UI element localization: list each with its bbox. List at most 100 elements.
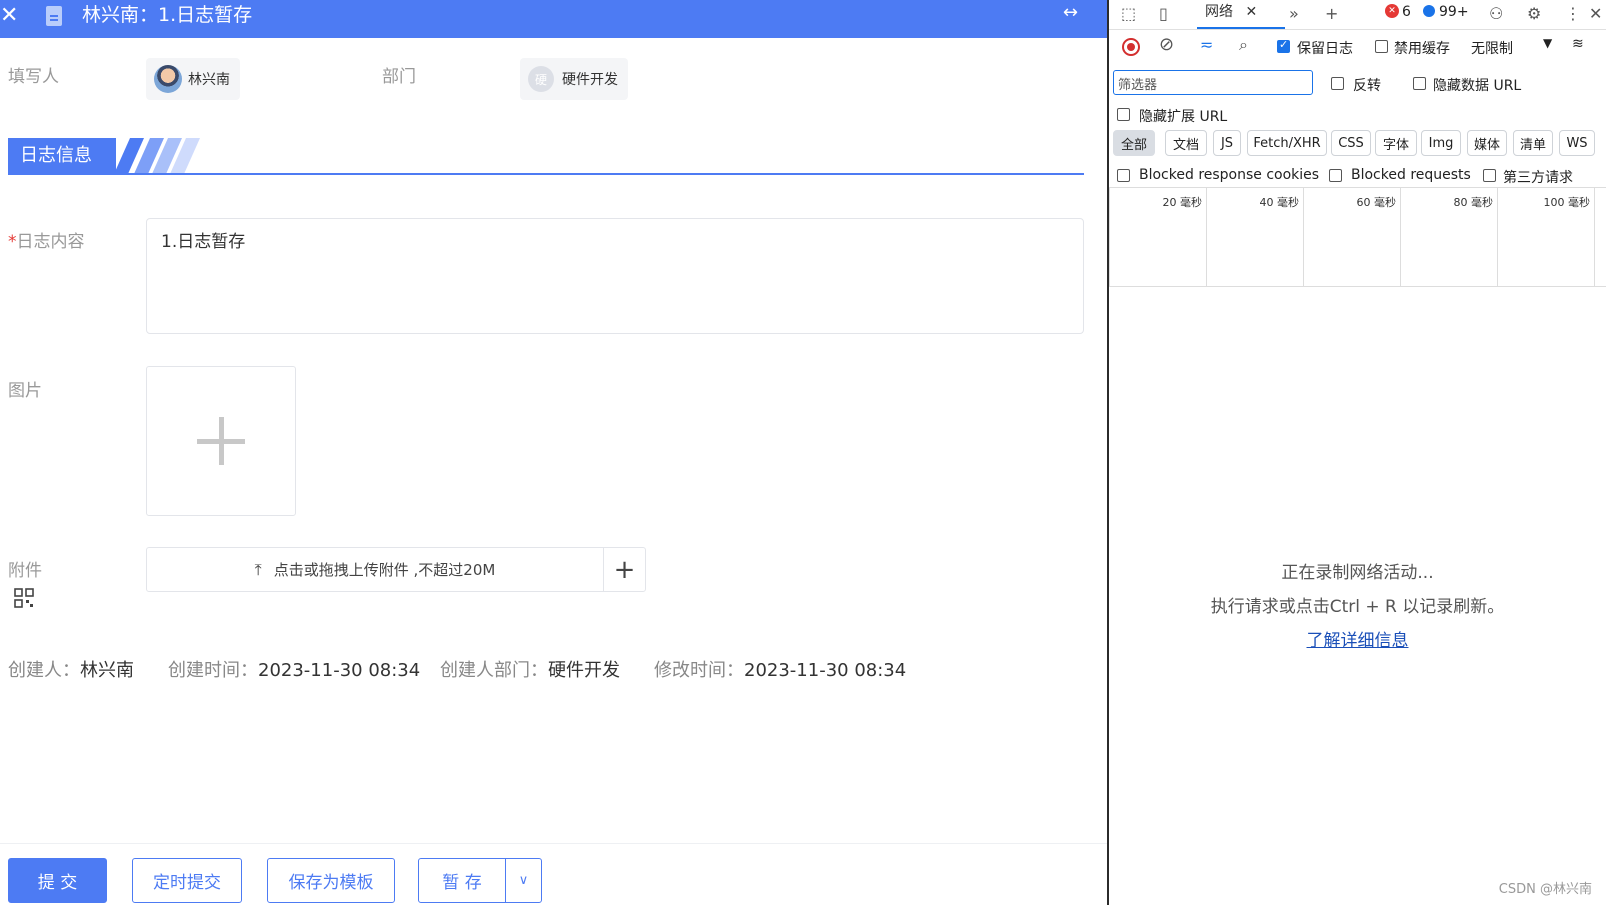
filler-chip: 林兴南	[146, 58, 240, 100]
meta-created-value: 2023-11-30 08:34	[258, 660, 421, 681]
attachment-upload-button[interactable]: ⤒ 点击或拖拽上传附件 ,不超过20M	[147, 548, 604, 591]
log-form-panel: ✕ 林兴南：1.日志暂存 ↔ 填写人 林兴南 部门 硬 硬件开发 日志信息 *日…	[0, 0, 1108, 905]
learn-more-link[interactable]: 了解详细信息	[1307, 631, 1409, 651]
throttle-select[interactable]: 无限制	[1471, 38, 1513, 58]
expand-icon[interactable]: ↔	[1063, 2, 1078, 23]
tab-network-label: 网络	[1205, 4, 1233, 20]
type-filter-js[interactable]: JS	[1213, 130, 1241, 156]
type-filter-all[interactable]: 全部	[1113, 130, 1155, 156]
add-attachment-button[interactable]: +	[604, 548, 645, 591]
invert-label: 反转	[1353, 78, 1381, 94]
error-count[interactable]: 6	[1402, 4, 1411, 20]
invert-checkbox[interactable]	[1331, 77, 1344, 90]
meta-modified: 修改时间：2023-11-30 08:34	[654, 656, 906, 682]
meta-created-label: 创建时间：	[168, 660, 258, 681]
new-tab-icon[interactable]: +	[1325, 4, 1338, 23]
meta-dept-value: 硬件开发	[548, 660, 620, 681]
more-icon[interactable]: ⋮	[1565, 4, 1581, 23]
dept-avatar: 硬	[528, 66, 554, 92]
save-template-button[interactable]: 保存为模板	[267, 858, 395, 903]
preserve-log-checkbox[interactable]	[1277, 38, 1290, 53]
dropdown-icon[interactable]: ▼	[1543, 36, 1552, 50]
blocked-requests-checkbox[interactable]	[1329, 169, 1342, 182]
blocked-cookies-checkbox[interactable]	[1117, 169, 1130, 182]
type-filter-manifest[interactable]: 清单	[1513, 130, 1553, 156]
people-icon[interactable]: ⚇	[1489, 4, 1503, 23]
window-title: 林兴南：1.日志暂存	[82, 4, 253, 26]
device-toolbar-icon[interactable]: ▯	[1159, 4, 1168, 23]
gear-icon[interactable]: ⚙	[1527, 4, 1541, 23]
wifi-icon[interactable]: ≋	[1572, 36, 1584, 52]
timeline-tick: 40 毫秒	[1206, 188, 1303, 287]
close-icon[interactable]: ✕	[0, 4, 18, 28]
type-filter-media[interactable]: 媒体	[1467, 130, 1507, 156]
third-party-checkbox[interactable]	[1483, 169, 1496, 182]
image-label: 图片	[8, 381, 42, 401]
devtools-tabbar: ⬚ ▯ 网络 ✕ » + ✕ 6 99+ ⚇ ⚙ ⋮ ✕	[1109, 0, 1606, 30]
section-line	[8, 173, 1084, 175]
filter-input[interactable]: 筛选器	[1113, 70, 1313, 95]
type-filter-doc[interactable]: 文档	[1165, 130, 1207, 156]
type-filter-img[interactable]: Img	[1421, 130, 1461, 156]
content-label: *日志内容	[8, 227, 85, 252]
required-mark: *	[8, 232, 17, 252]
meta-dept-label: 创建人部门：	[440, 660, 548, 681]
preserve-log-label: 保留日志	[1297, 41, 1353, 57]
timeline-tick-label: 80 毫秒	[1453, 196, 1494, 209]
meta-creator-value: 林兴南	[80, 660, 134, 681]
hide-ext-url-label: 隐藏扩展 URL	[1139, 109, 1228, 125]
more-tabs-icon[interactable]: »	[1289, 4, 1299, 23]
image-upload-button[interactable]	[146, 366, 296, 516]
log-content-textarea[interactable]: 1.日志暂存	[146, 218, 1084, 334]
section-title: 日志信息	[8, 138, 116, 174]
chevron-down-icon: ∨	[518, 873, 529, 888]
type-filter-font[interactable]: 字体	[1375, 130, 1417, 156]
close-devtools-icon[interactable]: ✕	[1589, 4, 1602, 23]
draft-dropdown-button[interactable]: ∨	[505, 858, 542, 903]
close-tab-icon[interactable]: ✕	[1245, 4, 1257, 20]
recording-message: 正在录制网络活动...	[1281, 563, 1434, 583]
inspect-icon[interactable]: ⬚	[1121, 4, 1136, 23]
watermark: CSDN @林兴南	[1498, 882, 1592, 897]
search-icon[interactable]: ⌕	[1239, 35, 1248, 55]
dept-chip: 硬 硬件开发	[520, 58, 628, 100]
hide-data-url-checkbox[interactable]	[1413, 77, 1426, 90]
timed-submit-button[interactable]: 定时提交	[132, 858, 242, 903]
blocked-cookies-label: Blocked response cookies	[1139, 167, 1320, 183]
submit-button[interactable]: 提 交	[8, 858, 107, 903]
timeline-tick	[1594, 188, 1606, 287]
attachment-hint: 点击或拖拽上传附件 ,不超过20M	[273, 561, 496, 579]
avatar	[154, 65, 182, 93]
plus-icon	[219, 417, 224, 465]
title-bar: ✕ 林兴南：1.日志暂存 ↔	[0, 0, 1108, 38]
filter-icon[interactable]: ≂	[1200, 35, 1213, 54]
meta-creator-label: 创建人：	[8, 660, 80, 681]
type-filter-ws[interactable]: WS	[1559, 130, 1595, 156]
network-timeline: 20 毫秒 40 毫秒 60 毫秒 80 毫秒 100 毫秒	[1109, 187, 1606, 287]
hide-data-url-label: 隐藏数据 URL	[1433, 78, 1522, 94]
meta-dept: 创建人部门：硬件开发	[440, 656, 620, 682]
timeline-tick: 100 毫秒	[1497, 188, 1594, 287]
hide-ext-url-checkbox[interactable]	[1117, 108, 1130, 121]
info-icon	[1423, 5, 1435, 17]
document-icon	[46, 6, 62, 26]
content-label-text: 日志内容	[16, 232, 85, 252]
meta-modified-value: 2023-11-30 08:34	[744, 660, 907, 681]
clear-icon[interactable]: ⊘	[1159, 34, 1174, 55]
type-filter-fetch[interactable]: Fetch/XHR	[1247, 130, 1327, 156]
third-party-label: 第三方请求	[1503, 170, 1573, 186]
error-icon: ✕	[1385, 4, 1399, 18]
disable-cache-checkbox[interactable]	[1375, 40, 1388, 53]
tab-network[interactable]: 网络 ✕	[1197, 0, 1285, 29]
record-icon[interactable]	[1122, 38, 1140, 56]
qr-code-icon[interactable]	[14, 588, 34, 608]
timeline-tick: 20 毫秒	[1109, 188, 1206, 287]
attachment-upload: ⤒ 点击或拖拽上传附件 ,不超过20M +	[146, 547, 646, 592]
timeline-tick-label: 100 毫秒	[1543, 196, 1591, 209]
info-count[interactable]: 99+	[1439, 4, 1469, 20]
dept-label: 部门	[382, 67, 416, 87]
draft-button[interactable]: 暂 存	[418, 858, 506, 903]
upload-icon: ⤒	[254, 559, 262, 579]
type-filter-css[interactable]: CSS	[1331, 130, 1371, 156]
filler-name: 林兴南	[188, 72, 230, 88]
